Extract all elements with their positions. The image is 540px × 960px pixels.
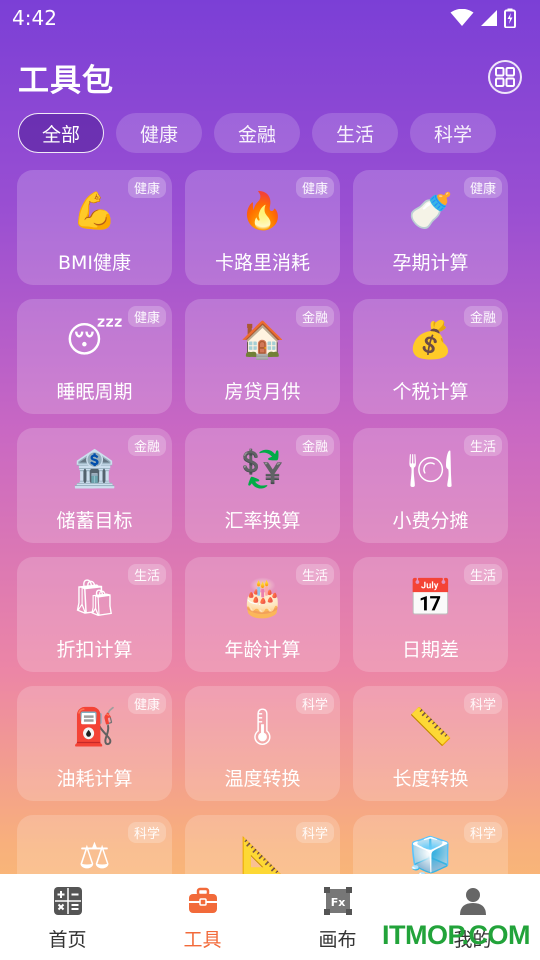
nav-home[interactable]: 首页 — [0, 874, 135, 960]
balance-scale-icon: ⚖ — [78, 836, 111, 877]
fuel-pump-icon: ⛽ — [72, 707, 117, 748]
currency-exchange-icon: 💱 — [240, 449, 285, 490]
tool-label: BMI健康 — [57, 252, 132, 274]
bank-icon: 🏦 — [72, 449, 117, 490]
tool-grid: 健康 💪 BMI健康 健康 🔥 卡路里消耗 健康 🍼 孕期计算 健康 😴 睡眠周期 金融 🏠 房贷月供 金融 💰… — [17, 170, 508, 930]
shopping-bags-icon: 🛍 — [71, 578, 118, 619]
tab-all[interactable]: 全部 — [18, 113, 104, 153]
tool-card[interactable]: 生活 🛍 折扣计算 — [17, 557, 172, 672]
tool-label: 折扣计算 — [56, 639, 133, 661]
tool-card[interactable]: 健康 😴 睡眠周期 — [17, 299, 172, 414]
user-icon — [457, 885, 489, 917]
baby-bottle-icon: 🍼 — [408, 191, 453, 232]
cube-icon: 🧊 — [408, 836, 453, 877]
nav-tools-label: 工具 — [183, 929, 222, 951]
grid-view-icon — [495, 67, 515, 87]
tool-card[interactable]: 科学 🌡 温度转换 — [185, 686, 340, 801]
tool-card[interactable]: 生活 🎂 年龄计算 — [185, 557, 340, 672]
status-bar: 4:42 — [0, 0, 540, 36]
category-tabs: 全部 健康 金融 生活 科学 — [18, 113, 496, 153]
category-badge: 健康 — [127, 693, 166, 714]
tool-card[interactable]: 科学 📏 长度转换 — [353, 686, 508, 801]
tool-label: 年龄计算 — [224, 639, 301, 661]
house-icon: 🏠 — [240, 320, 285, 361]
ruler-icon: 📏 — [408, 707, 453, 748]
header: 工具包 — [18, 54, 522, 100]
flexed-biceps-icon: 💪 — [72, 191, 117, 232]
watermark: ITMOP.COM — [382, 920, 531, 950]
tool-label: 个税计算 — [392, 381, 469, 403]
svg-text:Fx: Fx — [330, 896, 345, 909]
triangle-ruler-icon: 📐 — [240, 836, 285, 877]
category-badge: 生活 — [295, 564, 334, 585]
status-time: 4:42 — [12, 6, 57, 30]
category-badge: 金融 — [127, 435, 166, 456]
plate-cutlery-icon: 🍽 — [407, 449, 454, 490]
cellular-signal-icon — [481, 10, 497, 26]
category-badge: 金融 — [463, 306, 502, 327]
birthday-cake-icon: 🎂 — [240, 578, 285, 619]
battery-icon — [504, 8, 516, 28]
tool-label: 温度转换 — [224, 768, 301, 790]
tool-card[interactable]: 健康 🔥 卡路里消耗 — [185, 170, 340, 285]
category-badge: 科学 — [463, 822, 502, 843]
category-badge: 健康 — [463, 177, 502, 198]
money-bag-icon: 💰 — [408, 320, 453, 361]
category-badge: 生活 — [463, 435, 502, 456]
nav-home-label: 首页 — [48, 929, 87, 951]
tool-label: 日期差 — [401, 639, 459, 661]
tab-science[interactable]: 科学 — [410, 113, 496, 153]
tool-label: 小费分摊 — [392, 510, 469, 532]
grid-view-button[interactable] — [488, 60, 522, 94]
tool-label: 储蓄目标 — [56, 510, 133, 532]
tool-card[interactable]: 健康 💪 BMI健康 — [17, 170, 172, 285]
calendar-icon: 📅 — [408, 578, 453, 619]
status-icons — [450, 8, 516, 28]
category-badge: 金融 — [295, 306, 334, 327]
fire-icon: 🔥 — [240, 191, 285, 232]
category-badge: 生活 — [463, 564, 502, 585]
tool-card[interactable]: 金融 🏦 储蓄目标 — [17, 428, 172, 543]
tool-card[interactable]: 健康 🍼 孕期计算 — [353, 170, 508, 285]
sleeping-face-icon: 😴 — [65, 320, 124, 361]
tool-label: 汇率换算 — [224, 510, 301, 532]
tool-label: 孕期计算 — [392, 252, 469, 274]
category-badge: 健康 — [127, 177, 166, 198]
category-badge: 科学 — [127, 822, 166, 843]
category-badge: 生活 — [127, 564, 166, 585]
category-badge: 科学 — [295, 822, 334, 843]
function-canvas-icon: Fx — [322, 885, 354, 917]
tool-label: 油耗计算 — [56, 768, 133, 790]
category-badge: 健康 — [127, 306, 166, 327]
category-badge: 科学 — [295, 693, 334, 714]
tool-label: 房贷月供 — [224, 381, 301, 403]
tab-finance[interactable]: 金融 — [214, 113, 300, 153]
calculator-icon — [52, 885, 84, 917]
tool-card[interactable]: 健康 ⛽ 油耗计算 — [17, 686, 172, 801]
tool-card[interactable]: 生活 🍽 小费分摊 — [353, 428, 508, 543]
category-badge: 健康 — [295, 177, 334, 198]
tool-card[interactable]: 金融 🏠 房贷月供 — [185, 299, 340, 414]
wifi-icon — [450, 9, 474, 26]
tool-label: 长度转换 — [392, 768, 469, 790]
toolbox-icon — [187, 885, 219, 917]
category-badge: 金融 — [295, 435, 334, 456]
tab-life[interactable]: 生活 — [312, 113, 398, 153]
nav-tools[interactable]: 工具 — [135, 874, 270, 960]
category-badge: 科学 — [463, 693, 502, 714]
thermometer-icon: 🌡 — [239, 707, 286, 748]
tool-card[interactable]: 金融 💰 个税计算 — [353, 299, 508, 414]
nav-canvas-label: 画布 — [318, 929, 357, 951]
tool-card[interactable]: 金融 💱 汇率换算 — [185, 428, 340, 543]
tool-label: 卡路里消耗 — [214, 252, 310, 274]
tool-label: 睡眠周期 — [56, 381, 133, 403]
page-title: 工具包 — [18, 62, 114, 99]
tool-card[interactable]: 生活 📅 日期差 — [353, 557, 508, 672]
tab-health[interactable]: 健康 — [116, 113, 202, 153]
